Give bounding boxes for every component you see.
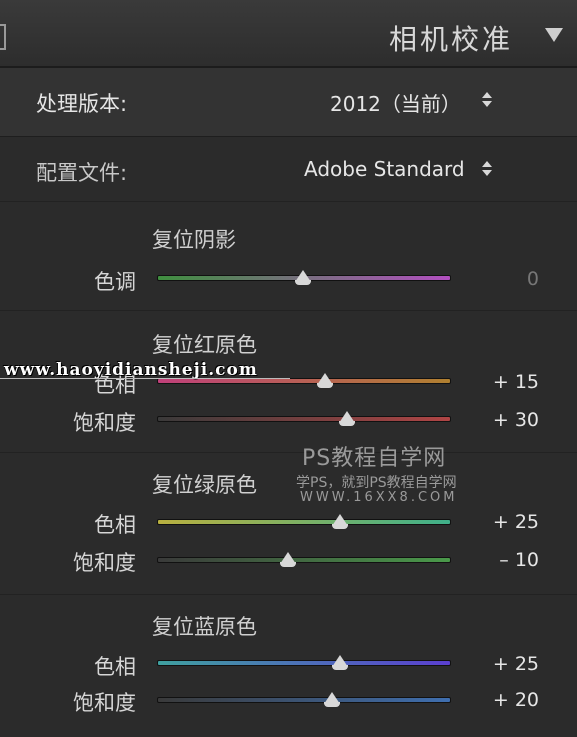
blue-primary-section: 复位蓝原色 色相 + 25 饱和度 + 20 — [0, 595, 577, 737]
profile-updown-icon[interactable] — [482, 161, 492, 177]
slider-label: 饱和度 — [73, 411, 136, 435]
blue-saturation-thumb[interactable] — [324, 692, 341, 707]
slider-value[interactable]: + 15 — [469, 371, 539, 393]
green-primary-section: 复位绿原色 色相 + 25 饱和度 – 10 — [0, 453, 577, 595]
red-reset-title[interactable]: 复位红原色 — [152, 329, 257, 359]
red-primary-section: 复位红原色 色相 + 15 饱和度 + 30 — [0, 311, 577, 453]
red-hue-thumb[interactable] — [316, 373, 333, 388]
panel-header[interactable]: 相机校准 — [0, 0, 577, 68]
slider-value[interactable]: + 20 — [469, 689, 539, 711]
green-hue-track[interactable] — [157, 519, 451, 525]
shadows-tint-thumb[interactable] — [295, 270, 311, 285]
process-version-label: 处理版本: — [36, 92, 128, 116]
shadows-reset-title[interactable]: 复位阴影 — [152, 224, 236, 254]
watermark-site: www.haoyidiansheji.com — [4, 360, 258, 380]
panel-title: 相机校准 — [388, 23, 513, 56]
profile-label: 配置文件: — [36, 161, 128, 185]
shadows-section: 复位阴影 色调 0 — [0, 202, 577, 311]
slider-value[interactable]: + 30 — [469, 409, 539, 431]
process-version-select[interactable]: 2012（当前） — [330, 88, 461, 117]
panel-edge-marker — [0, 24, 6, 50]
slider-label: 饱和度 — [73, 551, 136, 575]
slider-label: 色相 — [94, 513, 136, 537]
profile-select[interactable]: Adobe Standard — [304, 157, 465, 181]
green-saturation-thumb[interactable] — [280, 552, 297, 567]
slider-value[interactable]: + 25 — [469, 511, 539, 533]
slider-label: 饱和度 — [73, 691, 136, 715]
slider-value[interactable]: + 25 — [469, 653, 539, 675]
collapse-triangle-icon[interactable] — [545, 28, 563, 42]
green-reset-title[interactable]: 复位绿原色 — [152, 469, 257, 499]
blue-hue-thumb[interactable] — [331, 655, 348, 670]
green-hue-thumb[interactable] — [331, 514, 348, 529]
watermark-brand: PS教程自学网 — [302, 446, 447, 471]
slider-value[interactable]: – 10 — [469, 549, 539, 571]
blue-hue-track[interactable] — [157, 660, 451, 666]
red-saturation-track[interactable] — [157, 416, 451, 422]
process-version-row: 处理版本: 2012（当前） — [0, 68, 577, 137]
red-saturation-thumb[interactable] — [338, 411, 355, 426]
slider-label: 色相 — [94, 655, 136, 679]
green-saturation-track[interactable] — [157, 557, 451, 563]
slider-value[interactable]: 0 — [469, 268, 539, 290]
blue-saturation-track[interactable] — [157, 697, 451, 703]
blue-reset-title[interactable]: 复位蓝原色 — [152, 611, 257, 641]
watermark-underline — [0, 378, 290, 379]
profile-row: 配置文件: Adobe Standard — [0, 137, 577, 202]
watermark-tagline: 学PS，就到PS教程自学网 — [296, 475, 457, 491]
slider-label: 色调 — [94, 270, 136, 294]
process-version-updown-icon[interactable] — [482, 92, 492, 108]
watermark-url: WWW.16XX8.COM — [300, 490, 458, 505]
